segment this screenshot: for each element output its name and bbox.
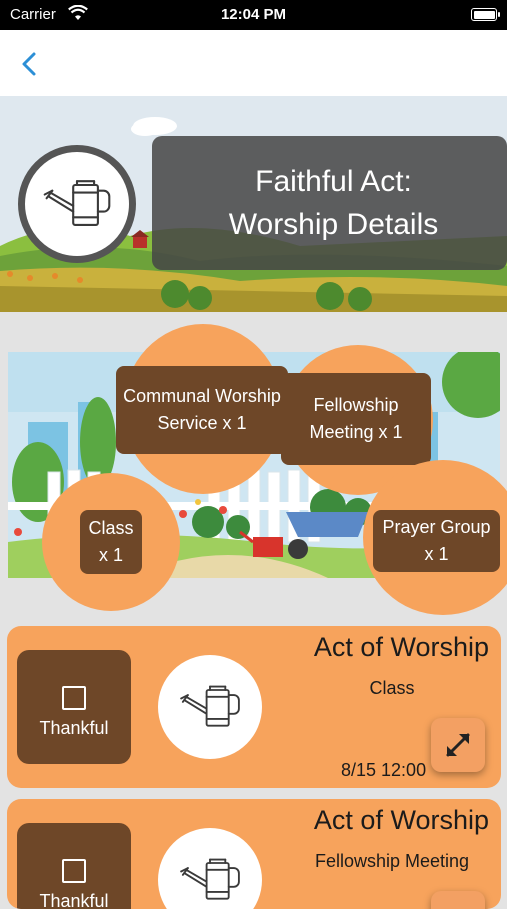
card-date: 8/15 12:00 bbox=[341, 760, 427, 780]
title-line-1: Faithful Act: bbox=[255, 164, 412, 198]
card-icon bbox=[158, 655, 262, 759]
watering-can-icon bbox=[39, 175, 115, 233]
worship-card: Thankful Act of Worship Class 8/15 12:00 bbox=[7, 626, 501, 788]
bubble-label: Fellowship Meeting x 1 bbox=[281, 373, 431, 465]
back-button[interactable] bbox=[18, 50, 44, 78]
expand-button[interactable] bbox=[431, 891, 485, 909]
title-line-2: Worship Details bbox=[228, 208, 439, 241]
status-bar: Carrier 12:04 PM bbox=[0, 0, 507, 30]
navigation-bar bbox=[0, 30, 507, 96]
activity-badge bbox=[18, 145, 136, 263]
expand-button[interactable] bbox=[431, 718, 485, 772]
worship-card: Thankful Act of Worship Fellowship Meeti… bbox=[7, 799, 501, 909]
bubble-class[interactable]: Class x 1 bbox=[42, 473, 180, 611]
card-title: Act of Worship bbox=[313, 632, 489, 662]
expand-arrows-icon bbox=[446, 733, 470, 757]
watering-can-icon bbox=[176, 681, 244, 733]
checkbox-icon bbox=[62, 859, 86, 883]
checkbox-icon bbox=[62, 686, 86, 710]
thankful-label: Thankful bbox=[39, 891, 109, 909]
card-title: Act of Worship bbox=[313, 805, 489, 835]
bubble-communal-worship[interactable]: Communal Worship Service x 1 bbox=[116, 324, 288, 494]
chevron-left-icon bbox=[22, 52, 36, 76]
clock: 12:04 PM bbox=[220, 6, 287, 23]
thankful-label: Thankful bbox=[39, 718, 109, 738]
thankful-toggle[interactable]: Thankful bbox=[17, 650, 131, 764]
bubble-label: Communal Worship Service x 1 bbox=[116, 366, 288, 454]
watering-can-icon bbox=[176, 854, 244, 906]
card-subtitle: Fellowship Meeting bbox=[314, 851, 470, 871]
bubble-label: Prayer Group x 1 bbox=[373, 510, 500, 572]
battery-icon bbox=[471, 8, 500, 21]
bubble-label: Class x 1 bbox=[80, 510, 142, 574]
bubble-prayer-group[interactable]: Prayer Group x 1 bbox=[363, 460, 507, 615]
card-subtitle: Class bbox=[369, 678, 415, 698]
thankful-toggle[interactable]: Thankful bbox=[17, 823, 131, 909]
page-title: Faithful Act: Worship Details bbox=[152, 136, 507, 270]
